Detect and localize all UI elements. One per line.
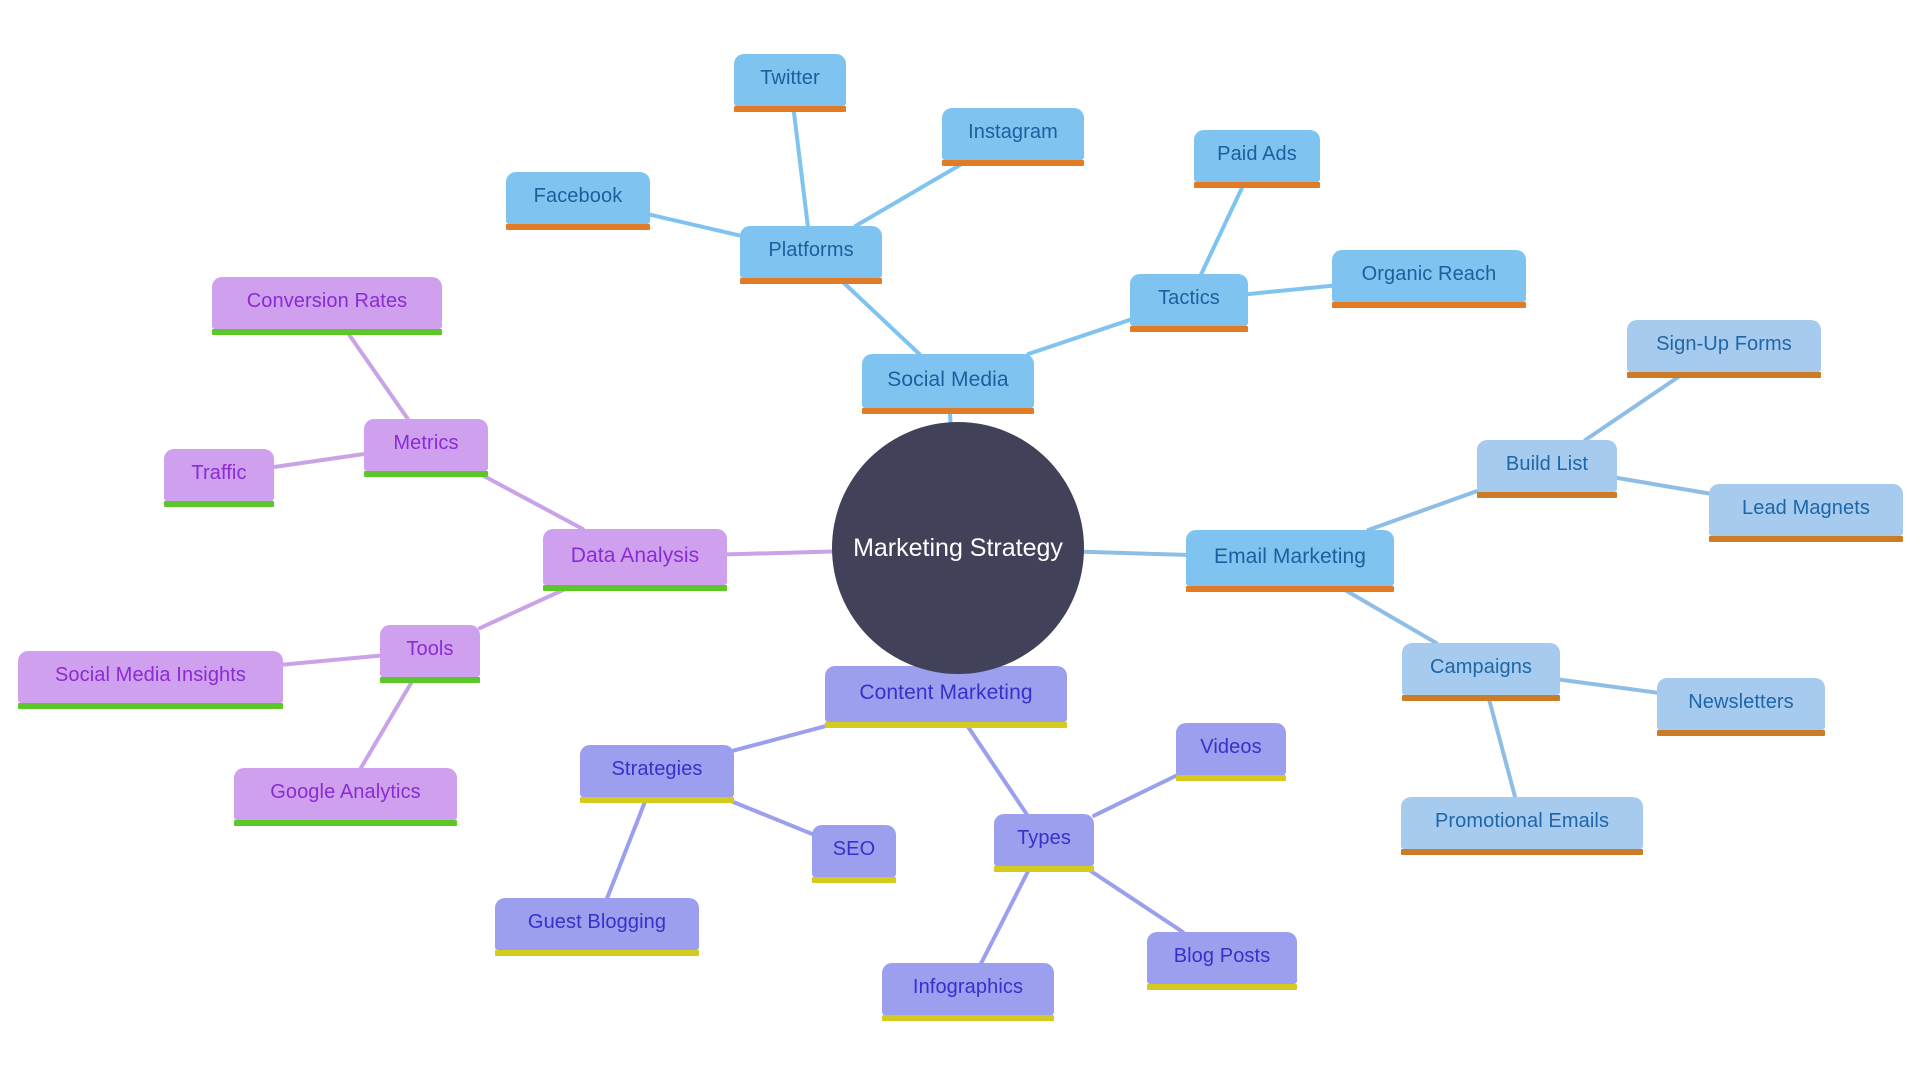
node-metrics[interactable]: Metrics [364,419,488,477]
edge-tactics-to-paid-ads [1199,180,1247,276]
node-build-list[interactable]: Build List [1477,440,1617,498]
node-paid-ads[interactable]: Paid Ads [1194,130,1320,188]
edge-platforms-to-facebook [648,212,742,238]
node-label-email-marketing: Email Marketing [1213,544,1367,568]
node-label-guest-blogging: Guest Blogging [527,911,667,933]
node-types[interactable]: Types [994,814,1094,872]
node-label-organic-reach: Organic Reach [1361,263,1497,285]
node-seo[interactable]: SEO [812,825,896,883]
node-sign-up-forms[interactable]: Sign-Up Forms [1627,320,1821,378]
node-label-google-analytics: Google Analytics [270,781,421,803]
node-label-types: Types [1017,827,1071,849]
node-label-promotional-emails: Promotional Emails [1434,810,1610,832]
node-instagram[interactable]: Instagram [942,108,1084,166]
edge-types-to-infographics [979,864,1033,965]
node-social-media-insights[interactable]: Social Media Insights [18,651,283,709]
edge-campaigns-to-promotional-emails [1485,693,1518,799]
node-social-media[interactable]: Social Media [862,354,1034,414]
node-conversion-rates[interactable]: Conversion Rates [212,277,442,335]
node-strategies[interactable]: Strategies [580,745,734,803]
node-label-tactics: Tactics [1158,287,1220,309]
node-label-infographics: Infographics [912,976,1024,998]
edge-strategies-to-guest-blogging [605,795,649,900]
node-label-twitter: Twitter [760,67,820,89]
node-google-analytics[interactable]: Google Analytics [234,768,457,826]
node-videos[interactable]: Videos [1176,723,1286,781]
node-infographics[interactable]: Infographics [882,963,1054,1021]
node-label-sign-up-forms: Sign-Up Forms [1656,333,1792,355]
edge-data-analysis-to-metrics [472,469,585,531]
node-facebook[interactable]: Facebook [506,172,650,230]
node-label-newsletters: Newsletters [1688,691,1794,713]
edge-center-to-data-analysis [725,549,835,557]
edge-center-to-email-marketing [1081,549,1188,557]
node-content-marketing[interactable]: Content Marketing [825,666,1067,728]
node-label-blog-posts: Blog Posts [1173,945,1271,967]
mindmap-canvas: Social Media Platforms Facebook Twitter Inst… [0,0,1920,1080]
edge-types-to-videos [1092,773,1180,818]
edge-tools-to-google-analytics [358,675,417,770]
node-label-social-media: Social Media [887,367,1009,391]
node-label-campaigns: Campaigns [1429,656,1533,678]
node-data-analysis[interactable]: Data Analysis [543,529,727,591]
edge-tools-to-social-media-insights [281,653,382,667]
node-email-marketing[interactable]: Email Marketing [1186,530,1394,592]
node-traffic[interactable]: Traffic [164,449,274,507]
edge-metrics-to-traffic [272,451,366,470]
node-label-metrics: Metrics [393,432,459,454]
node-label-content-marketing: Content Marketing [859,680,1033,704]
edge-tactics-to-organic-reach [1246,283,1334,297]
node-label-social-media-insights: Social Media Insights [54,664,247,686]
node-label-build-list: Build List [1505,453,1589,475]
node-newsletters[interactable]: Newsletters [1657,678,1825,736]
edge-platforms-to-instagram [853,158,971,228]
node-label-facebook: Facebook [533,185,623,207]
edge-build-list-to-sign-up-forms [1583,370,1688,442]
node-label-paid-ads: Paid Ads [1217,143,1297,165]
edge-social-media-to-platforms [836,276,922,356]
node-campaigns[interactable]: Campaigns [1402,643,1560,701]
center-node-marketing-strategy[interactable]: Marketing Strategy [832,422,1084,674]
edge-social-media-to-tactics [1026,317,1132,356]
edge-build-list-to-lead-magnets [1615,475,1711,496]
node-platforms[interactable]: Platforms [740,226,882,284]
node-label-videos: Videos [1200,736,1262,758]
edge-email-marketing-to-campaigns [1336,584,1439,645]
node-blog-posts[interactable]: Blog Posts [1147,932,1297,990]
node-label-platforms: Platforms [768,239,854,261]
edge-campaigns-to-newsletters [1558,677,1659,695]
edge-content-marketing-to-types [962,720,1029,816]
edge-platforms-to-twitter [791,104,810,228]
node-organic-reach[interactable]: Organic Reach [1332,250,1526,308]
node-lead-magnets[interactable]: Lead Magnets [1709,484,1903,542]
node-label-seo: SEO [832,838,876,860]
node-promotional-emails[interactable]: Promotional Emails [1401,797,1643,855]
node-label-conversion-rates: Conversion Rates [246,290,408,312]
edge-data-analysis-to-tools [478,583,576,631]
edge-strategies-to-seo [719,795,814,836]
node-label-tools: Tools [406,638,454,660]
center-node-label: Marketing Strategy [853,533,1063,562]
edge-types-to-blog-posts [1081,864,1185,934]
node-tools[interactable]: Tools [380,625,480,683]
node-guest-blogging[interactable]: Guest Blogging [495,898,699,956]
node-twitter[interactable]: Twitter [734,54,846,112]
node-label-instagram: Instagram [968,121,1058,143]
node-tactics[interactable]: Tactics [1130,274,1248,332]
node-label-traffic: Traffic [191,462,247,484]
edge-email-marketing-to-build-list [1366,489,1479,532]
node-label-lead-magnets: Lead Magnets [1742,497,1870,519]
edge-metrics-to-conversion-rates [343,327,410,421]
node-label-strategies: Strategies [611,758,703,780]
node-label-data-analysis: Data Analysis [570,543,700,567]
